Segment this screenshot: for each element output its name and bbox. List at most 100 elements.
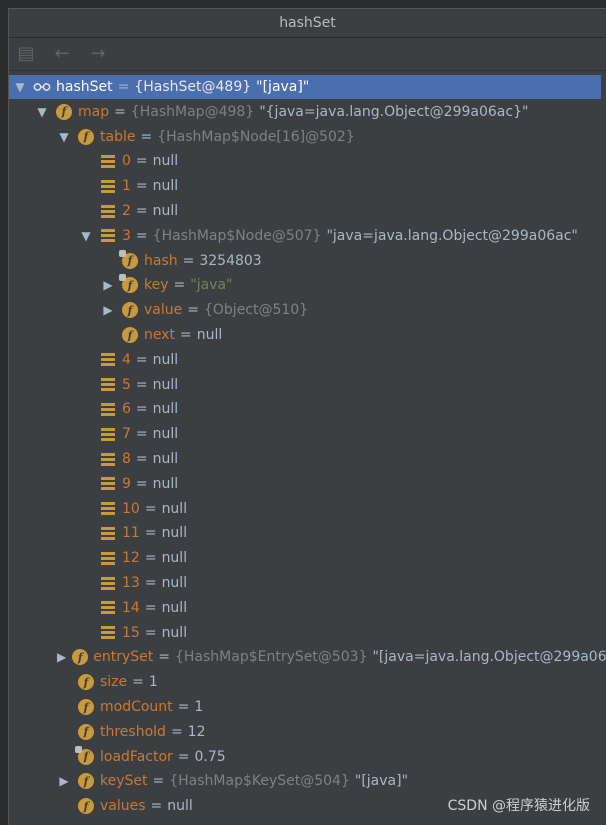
- collapse-arrow-icon[interactable]: ▼: [79, 229, 93, 243]
- tree-row[interactable]: ▼ 3 = {HashMap$Node@507} "java=java.lang.Obj…: [9, 224, 606, 248]
- tree-row[interactable]: 13 = null: [9, 571, 606, 595]
- tree-row[interactable]: 14 = null: [9, 596, 606, 620]
- equals-sign: =: [158, 649, 170, 666]
- variable-value: null: [161, 525, 188, 542]
- variable-name: 9: [122, 475, 131, 492]
- tree-row[interactable]: f threshold = 12: [9, 720, 606, 744]
- equals-sign: =: [144, 525, 157, 542]
- variable-name: table: [100, 128, 136, 145]
- object-reference: {HashMap$Node@507}: [152, 227, 322, 244]
- variable-value: null: [152, 153, 179, 170]
- forward-arrow-icon[interactable]: →: [87, 38, 109, 70]
- variable-value: "java=java.lang.Object@299a06ac": [326, 227, 578, 244]
- tree-row[interactable]: 10 = null: [9, 497, 606, 521]
- tree-row[interactable]: 0 = null: [9, 149, 606, 173]
- variable-name: 8: [122, 451, 131, 467]
- collapse-arrow-icon[interactable]: ▼: [35, 105, 49, 119]
- variable-name: keySet: [100, 773, 148, 790]
- equals-sign: =: [135, 178, 148, 195]
- toolbar: ▤ ← →: [9, 38, 606, 71]
- variable-name: value: [144, 302, 183, 319]
- variable-name: map: [78, 103, 110, 120]
- array-element-icon: [99, 376, 117, 394]
- tree-row[interactable]: 8 = null: [9, 447, 606, 471]
- variable-value: "{java=java.lang.Object@299a06ac}": [259, 103, 529, 120]
- tree-row[interactable]: f hash = 3254803: [9, 249, 606, 273]
- tree-row[interactable]: 7 = null: [9, 422, 606, 446]
- variable-name: key: [144, 277, 169, 294]
- tree-row[interactable]: ▶ f entrySet = {HashMap$EntrySet@503} "[java=…: [9, 645, 606, 669]
- object-reference: {HashMap@498}: [130, 103, 255, 120]
- variable-name: 6: [122, 401, 131, 418]
- variable-value: 1: [194, 699, 204, 715]
- expand-arrow-icon[interactable]: ▶: [101, 303, 115, 317]
- variable-name: 1: [122, 178, 131, 195]
- array-element-icon: [99, 524, 117, 542]
- tree-row[interactable]: 12 = null: [9, 546, 606, 570]
- field-icon: f: [77, 698, 95, 716]
- tree-row[interactable]: 9 = null: [9, 472, 606, 496]
- tree-row[interactable]: 4 = null: [9, 348, 606, 372]
- array-element-icon: [99, 227, 117, 245]
- tree-row[interactable]: f size = 1: [9, 670, 606, 694]
- equals-sign: =: [135, 227, 148, 244]
- variable-name: 4: [122, 351, 131, 368]
- back-arrow-icon[interactable]: ←: [51, 38, 73, 70]
- expand-arrow-icon[interactable]: ▶: [57, 774, 71, 788]
- equals-sign: =: [135, 376, 148, 393]
- equals-sign: =: [140, 128, 153, 145]
- equals-sign: =: [150, 798, 163, 815]
- window-title: hashSet: [9, 9, 606, 38]
- collapse-arrow-icon[interactable]: ▼: [57, 130, 71, 144]
- array-element-icon: [99, 599, 117, 617]
- variable-name: hash: [144, 252, 178, 269]
- equals-sign: =: [170, 723, 183, 740]
- equals-sign: =: [144, 500, 157, 517]
- equals-sign: =: [173, 277, 186, 294]
- tree-row[interactable]: ▶ f keySet = {HashMap$KeySet@504} "[java]": [9, 769, 606, 793]
- tree-row[interactable]: 2 = null: [9, 199, 606, 223]
- tree-row[interactable]: ▼ hashSet = {HashSet@489} "[java]": [9, 75, 601, 99]
- tree-row[interactable]: f loadFactor = 0.75: [9, 745, 606, 769]
- tree-row[interactable]: ▼ f table = {HashMap$Node[16]@502}: [9, 125, 606, 149]
- tree-row[interactable]: 11 = null: [9, 521, 606, 545]
- equals-sign: =: [117, 79, 130, 95]
- restore-layout-icon[interactable]: ▤: [15, 38, 37, 70]
- variable-value: 1: [148, 674, 158, 691]
- array-element-icon: [99, 202, 117, 220]
- variable-value: null: [161, 599, 188, 616]
- tree-row[interactable]: ▼ f map = {HashMap@498} "{java=java.lang.Obje…: [9, 100, 606, 124]
- equals-sign: =: [180, 327, 192, 343]
- object-reference: {Object@510}: [203, 302, 309, 319]
- equals-sign: =: [182, 252, 195, 269]
- watermark: CSDN @程序猿进化版: [447, 798, 590, 814]
- tree-row[interactable]: 6 = null: [9, 397, 606, 421]
- variable-value: null: [161, 624, 188, 641]
- debugger-variables-window: hashSet ▤ ← → ▼ hashSet = {HashSet@489} "[ja…: [8, 8, 606, 825]
- collapse-arrow-icon[interactable]: ▼: [13, 80, 27, 94]
- equals-sign: =: [135, 351, 148, 368]
- variable-name: 13: [122, 575, 140, 591]
- tree-row[interactable]: 15 = null: [9, 621, 606, 645]
- tree-row[interactable]: 1 = null: [9, 174, 606, 198]
- equals-sign: =: [187, 302, 199, 319]
- field-icon: f: [77, 797, 95, 815]
- array-element-icon: [99, 549, 117, 567]
- equals-sign: =: [135, 203, 148, 219]
- equals-sign: =: [144, 575, 157, 591]
- watch-glasses-icon: [33, 78, 51, 96]
- expand-arrow-icon[interactable]: ▶: [57, 650, 66, 664]
- variable-value: "[java]": [256, 79, 310, 95]
- tree-row[interactable]: ▶ f value = {Object@510}: [9, 298, 606, 322]
- variable-name: 7: [122, 426, 131, 443]
- tree-row[interactable]: f next = null: [9, 323, 606, 347]
- tree-row[interactable]: f modCount = 1: [9, 695, 606, 719]
- equals-sign: =: [135, 475, 148, 492]
- field-icon: f: [72, 648, 89, 666]
- tree-row[interactable]: ▶ f key = "java": [9, 273, 606, 297]
- equals-sign: =: [135, 426, 148, 443]
- variable-name: entrySet: [93, 649, 154, 666]
- expand-arrow-icon[interactable]: ▶: [101, 278, 115, 292]
- tree-row[interactable]: 5 = null: [9, 373, 606, 397]
- array-element-icon: [99, 450, 117, 468]
